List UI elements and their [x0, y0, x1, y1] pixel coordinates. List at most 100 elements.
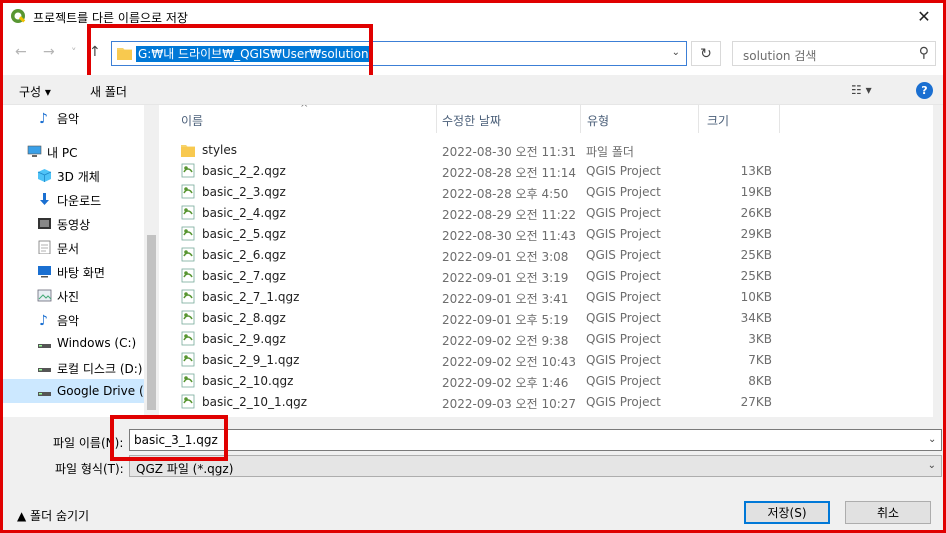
file-type: QGIS Project: [586, 164, 661, 178]
pictures-icon: [37, 289, 52, 302]
file-date: 2022-09-01 오전 3:08: [442, 250, 569, 264]
view-options-button[interactable]: ☷ ▾: [851, 83, 872, 97]
file-list-scrollbar[interactable]: [933, 105, 943, 417]
new-folder-button[interactable]: 새 폴더: [90, 83, 127, 100]
file-row[interactable]: basic_2_9_1.qgz 2022-09-02 오전 10:43 QGIS P…: [175, 349, 915, 370]
sidebar-item[interactable]: 사진: [3, 283, 159, 307]
column-divider[interactable]: [580, 105, 581, 133]
address-bar[interactable]: G:₩내 드라이브₩_QGIS₩User₩solution ⌄: [111, 41, 687, 66]
cancel-button[interactable]: 취소: [845, 501, 931, 524]
sidebar-item[interactable]: 문서: [3, 235, 159, 259]
file-row[interactable]: basic_2_6.qgz 2022-09-01 오전 3:08 QGIS Proj…: [175, 244, 915, 265]
window-title: 프로젝트를 다른 이름으로 저장: [33, 11, 188, 25]
file-type: QGIS Project: [586, 290, 661, 304]
column-type[interactable]: 유형: [587, 112, 609, 129]
file-date: 2022-09-02 오후 1:46: [442, 376, 569, 390]
search-box[interactable]: solution 검색 ⚲: [732, 41, 936, 66]
file-row[interactable]: basic_2_10_1.qgz 2022-09-03 오전 10:27 QGIS …: [175, 391, 915, 412]
column-divider[interactable]: [779, 105, 780, 133]
folder-icon: [181, 145, 195, 157]
drive-icon: [38, 392, 51, 396]
nav-scrollbar-thumb[interactable]: [147, 235, 156, 410]
music-icon: ♪: [39, 313, 48, 326]
file-row[interactable]: basic_2_8.qgz 2022-09-01 오후 5:19 QGIS Proj…: [175, 307, 915, 328]
column-headers: ^ 이름 수정한 날짜 유형 크기: [159, 105, 933, 133]
sidebar-item-label: 3D 개체: [57, 170, 100, 184]
file-size: 26KB: [740, 206, 772, 220]
file-row[interactable]: basic_2_3.qgz 2022-08-28 오후 4:50 QGIS Proj…: [175, 181, 915, 202]
up-button[interactable]: ↑: [89, 44, 101, 60]
sidebar-item[interactable]: ♪ 음악: [3, 105, 159, 129]
hide-folders-button[interactable]: ▲ 폴더 숨기기: [17, 507, 89, 524]
sidebar-item[interactable]: Google Drive (G: [3, 379, 159, 403]
nav-scrollbar[interactable]: [144, 105, 159, 417]
document-icon: [38, 240, 51, 254]
forward-button[interactable]: →: [43, 44, 55, 60]
file-row[interactable]: styles 2022-08-30 오전 11:31 파일 폴더: [175, 139, 915, 160]
sort-ascending-icon: ^: [300, 105, 309, 114]
file-row[interactable]: basic_2_5.qgz 2022-08-30 오전 11:43 QGIS Pro…: [175, 223, 915, 244]
sidebar-item[interactable]: 바탕 화면: [3, 259, 159, 283]
filetype-label: 파일 형식(T):: [55, 462, 124, 476]
help-button[interactable]: ?: [916, 82, 933, 99]
file-type: 파일 폴더: [586, 145, 634, 159]
qgis-project-icon: [181, 352, 195, 367]
column-divider[interactable]: [436, 105, 437, 133]
back-button[interactable]: ←: [15, 44, 27, 60]
filename-input[interactable]: [129, 429, 942, 451]
sidebar-item[interactable]: 3D 개체: [3, 163, 159, 187]
close-button[interactable]: ✕: [905, 3, 943, 30]
file-type: QGIS Project: [586, 269, 661, 283]
file-size: 29KB: [740, 227, 772, 241]
title-bar: 프로젝트를 다른 이름으로 저장 ✕: [3, 3, 943, 30]
file-name: basic_2_7.qgz: [202, 269, 286, 283]
column-size[interactable]: 크기: [707, 112, 729, 129]
sidebar-item[interactable]: 다운로드: [3, 187, 159, 211]
file-date: 2022-09-03 오전 10:27: [442, 397, 577, 411]
file-date: 2022-09-02 오전 9:38: [442, 334, 569, 348]
sidebar-item[interactable]: Windows (C:): [3, 331, 159, 355]
file-row[interactable]: basic_2_2.qgz 2022-08-28 오전 11:14 QGIS Pro…: [175, 160, 915, 181]
qgis-project-icon: [181, 268, 195, 283]
sidebar-item[interactable]: 동영상: [3, 211, 159, 235]
file-type: QGIS Project: [586, 332, 661, 346]
file-row[interactable]: basic_2_7_1.qgz 2022-09-01 오전 3:41 QGIS Pr…: [175, 286, 915, 307]
search-input[interactable]: solution 검색: [743, 47, 816, 64]
file-size: 19KB: [740, 185, 772, 199]
sidebar-item-label: 음악: [57, 314, 80, 328]
column-divider[interactable]: [698, 105, 699, 133]
file-name: basic_2_10_1.qgz: [202, 395, 308, 409]
organize-button[interactable]: 구성 ▾: [19, 83, 51, 100]
address-path[interactable]: G:₩내 드라이브₩_QGIS₩User₩solution: [136, 46, 371, 62]
address-dropdown-icon[interactable]: ⌄: [672, 47, 680, 58]
file-row[interactable]: basic_2_9.qgz 2022-09-02 오전 9:38 QGIS Proj…: [175, 328, 915, 349]
drive-icon: [38, 368, 51, 372]
file-row[interactable]: basic_2_10.qgz 2022-09-02 오후 1:46 QGIS Pro…: [175, 370, 915, 391]
sidebar-item[interactable]: 로컬 디스크 (D:): [3, 355, 159, 379]
file-date: 2022-08-30 오전 11:43: [442, 229, 577, 243]
file-type: QGIS Project: [586, 206, 661, 220]
filename-label: 파일 이름(N):: [53, 436, 124, 450]
sidebar-item-label: 내 PC: [47, 146, 78, 160]
save-button[interactable]: 저장(S): [744, 501, 830, 524]
file-name: basic_2_3.qgz: [202, 185, 286, 199]
sidebar-item-label: 음악: [57, 112, 80, 126]
navigation-pane: ♪ 음악 내 PC 3D 개체 다운로드 동영상 문서 바탕 화면 사진 ♪ 음악 Windows (…: [3, 105, 159, 417]
file-row[interactable]: basic_2_4.qgz 2022-08-29 오전 11:22 QGIS Pro…: [175, 202, 915, 223]
file-date: 2022-09-02 오전 10:43: [442, 355, 577, 369]
file-name: basic_2_8.qgz: [202, 311, 286, 325]
sidebar-item[interactable]: ♪ 음악: [3, 307, 159, 331]
file-name: basic_2_10.qgz: [202, 374, 294, 388]
qgis-project-icon: [181, 331, 195, 346]
file-row[interactable]: basic_2_7.qgz 2022-09-01 오전 3:19 QGIS Proj…: [175, 265, 915, 286]
filetype-select[interactable]: QGZ 파일 (*.qgz) ⌄: [129, 455, 942, 477]
folder-icon: [117, 48, 132, 60]
refresh-button[interactable]: ↻: [691, 41, 721, 66]
column-date[interactable]: 수정한 날짜: [442, 112, 501, 129]
qgis-project-icon: [181, 247, 195, 262]
file-name: basic_2_2.qgz: [202, 164, 286, 178]
sidebar-item[interactable]: 내 PC: [3, 139, 159, 163]
column-name[interactable]: 이름: [181, 112, 203, 129]
file-name: basic_2_9.qgz: [202, 332, 286, 346]
recent-locations-button[interactable]: ˅: [71, 46, 77, 59]
